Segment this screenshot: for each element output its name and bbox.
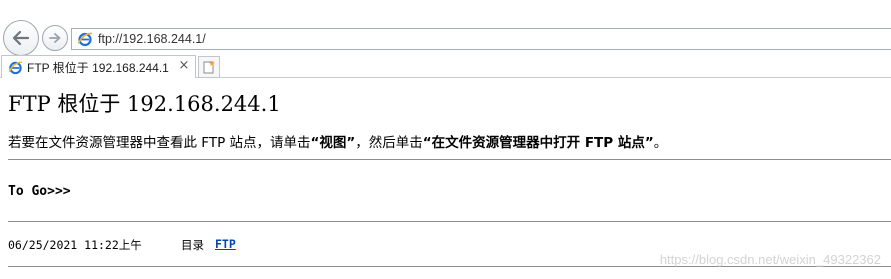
tab-title: FTP 根位于 192.168.244.1: [27, 60, 169, 75]
instruction-end: 。: [653, 135, 668, 151]
entry-type: 目录: [181, 238, 204, 252]
to-go-heading: To Go>>>: [8, 184, 71, 199]
page-title: FTP 根位于 192.168.244.1: [8, 92, 281, 116]
divider: [8, 221, 891, 222]
divider: [8, 159, 891, 160]
new-tab-button[interactable]: [198, 56, 220, 78]
page-content: FTP 根位于 192.168.244.1 若要在文件资源管理器中查看此 FTP…: [0, 80, 891, 279]
instruction-pre: 若要在文件资源管理器中查看此 FTP 站点，请单击: [8, 135, 311, 151]
new-tab-icon: [203, 60, 215, 74]
watermark: https://blog.csdn.net/weixin_49322362: [659, 252, 881, 267]
tab-ftp-root[interactable]: FTP 根位于 192.168.244.1 ×: [1, 55, 196, 78]
forward-arrow-icon: [49, 33, 61, 43]
instruction-open: “在文件资源管理器中打开 FTP 站点”: [422, 135, 654, 151]
back-button[interactable]: [3, 20, 39, 56]
close-tab-icon[interactable]: ×: [177, 59, 191, 73]
forward-button[interactable]: [42, 25, 68, 51]
ie-logo-icon: [7, 59, 23, 75]
instruction-view: “视图”: [310, 135, 356, 151]
address-bar[interactable]: ftp://192.168.244.1/: [71, 28, 891, 50]
address-url[interactable]: ftp://192.168.244.1/: [98, 32, 206, 46]
back-arrow-icon: [12, 30, 30, 46]
entry-link-ftp[interactable]: FTP: [215, 237, 236, 251]
ie-logo-icon: [76, 30, 94, 48]
browser-chrome: ftp://192.168.244.1/ FTP 根位于 192.168.244…: [0, 0, 891, 80]
entry-date: 06/25/2021 11:22上午: [8, 238, 142, 252]
tab-row: FTP 根位于 192.168.244.1 ×: [0, 54, 891, 78]
instruction-mid: ，然后单击: [355, 135, 423, 151]
list-item: 06/25/2021 11:22上午 目录 FTP: [8, 237, 236, 253]
instruction-text: 若要在文件资源管理器中查看此 FTP 站点，请单击“视图”，然后单击“在文件资源…: [8, 131, 667, 151]
